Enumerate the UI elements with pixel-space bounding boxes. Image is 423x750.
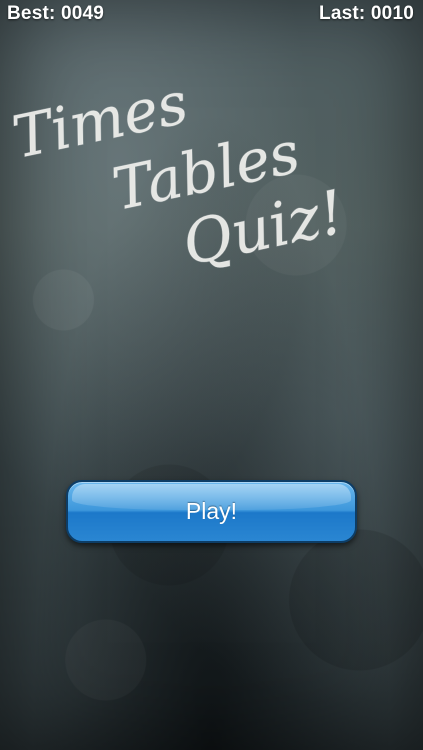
game-title: Times Tables Quiz! bbox=[6, 80, 351, 280]
play-button[interactable]: Play! bbox=[66, 480, 357, 543]
last-score: Last: 0010 bbox=[319, 3, 414, 24]
best-score: Best: 0049 bbox=[7, 3, 105, 24]
play-button-label: Play! bbox=[185, 498, 238, 524]
